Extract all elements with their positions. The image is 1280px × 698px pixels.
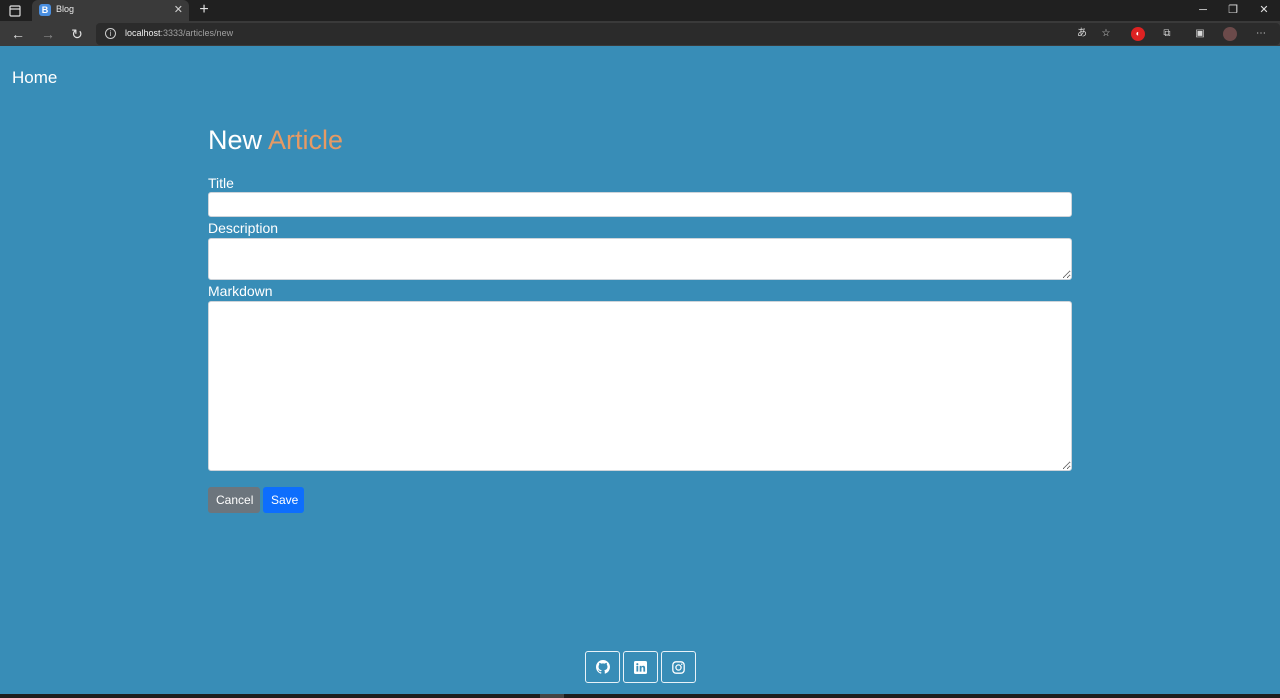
minimize-icon[interactable]: ─: [1188, 0, 1218, 21]
close-window-icon[interactable]: ✕: [1249, 0, 1279, 21]
browser-tab[interactable]: B Blog ✕: [32, 0, 189, 21]
site-info-icon[interactable]: i: [105, 28, 116, 39]
description-label: Description: [208, 220, 279, 236]
window-menu-icon[interactable]: [9, 4, 21, 17]
instagram-icon[interactable]: [661, 651, 696, 683]
browser-toolbar: ← → ↻ i localhost:3333/articles/new あ ☆ …: [0, 21, 1280, 46]
resize-handle: [540, 694, 564, 698]
read-aloud-icon[interactable]: あ: [1075, 27, 1089, 41]
reload-icon[interactable]: ↻: [67, 24, 87, 44]
extension-icon[interactable]: ◐: [1131, 27, 1145, 41]
restore-icon[interactable]: ❐: [1218, 0, 1248, 21]
forward-icon[interactable]: →: [38, 24, 58, 44]
new-tab-icon[interactable]: +: [196, 0, 212, 21]
back-icon[interactable]: ←: [8, 24, 28, 44]
page-title: New Article: [208, 125, 344, 155]
cancel-button[interactable]: Cancel: [208, 487, 260, 513]
markdown-label: Markdown: [208, 283, 273, 299]
social-links: [585, 651, 696, 683]
url-text[interactable]: localhost:3333/articles/new: [125, 28, 233, 38]
form-actions: Cancel Save: [208, 487, 1072, 513]
title-label: Title: [208, 175, 234, 191]
tab-close-icon[interactable]: ✕: [174, 3, 183, 17]
more-options-icon[interactable]: ⋯: [1254, 27, 1268, 41]
favorites-icon[interactable]: ☆: [1099, 27, 1113, 41]
profile-avatar[interactable]: [1223, 27, 1237, 41]
collections-icon[interactable]: ▣: [1193, 27, 1207, 41]
article-form: New Article Title Description Markdown C…: [208, 124, 1072, 513]
page-body: Home New Article Title Description Markd…: [0, 46, 1280, 694]
save-button[interactable]: Save: [263, 487, 304, 513]
browser-tab-bar: B Blog ✕ + ─ ❐ ✕: [0, 0, 1280, 21]
blog-favicon-icon: B: [39, 4, 51, 16]
github-icon[interactable]: [585, 651, 620, 683]
home-link[interactable]: Home: [12, 68, 57, 88]
tab-title: Blog: [56, 4, 75, 14]
markdown-textarea[interactable]: [208, 301, 1072, 471]
linkedin-icon[interactable]: [623, 651, 658, 683]
address-bar[interactable]: i localhost:3333/articles/new あ ☆ ◐ ⧉ ▣ …: [96, 23, 1280, 45]
window-bottom-edge: [0, 694, 1280, 698]
title-input[interactable]: [208, 192, 1072, 217]
description-textarea[interactable]: [208, 238, 1072, 280]
extensions-icon[interactable]: ⧉: [1160, 27, 1174, 41]
